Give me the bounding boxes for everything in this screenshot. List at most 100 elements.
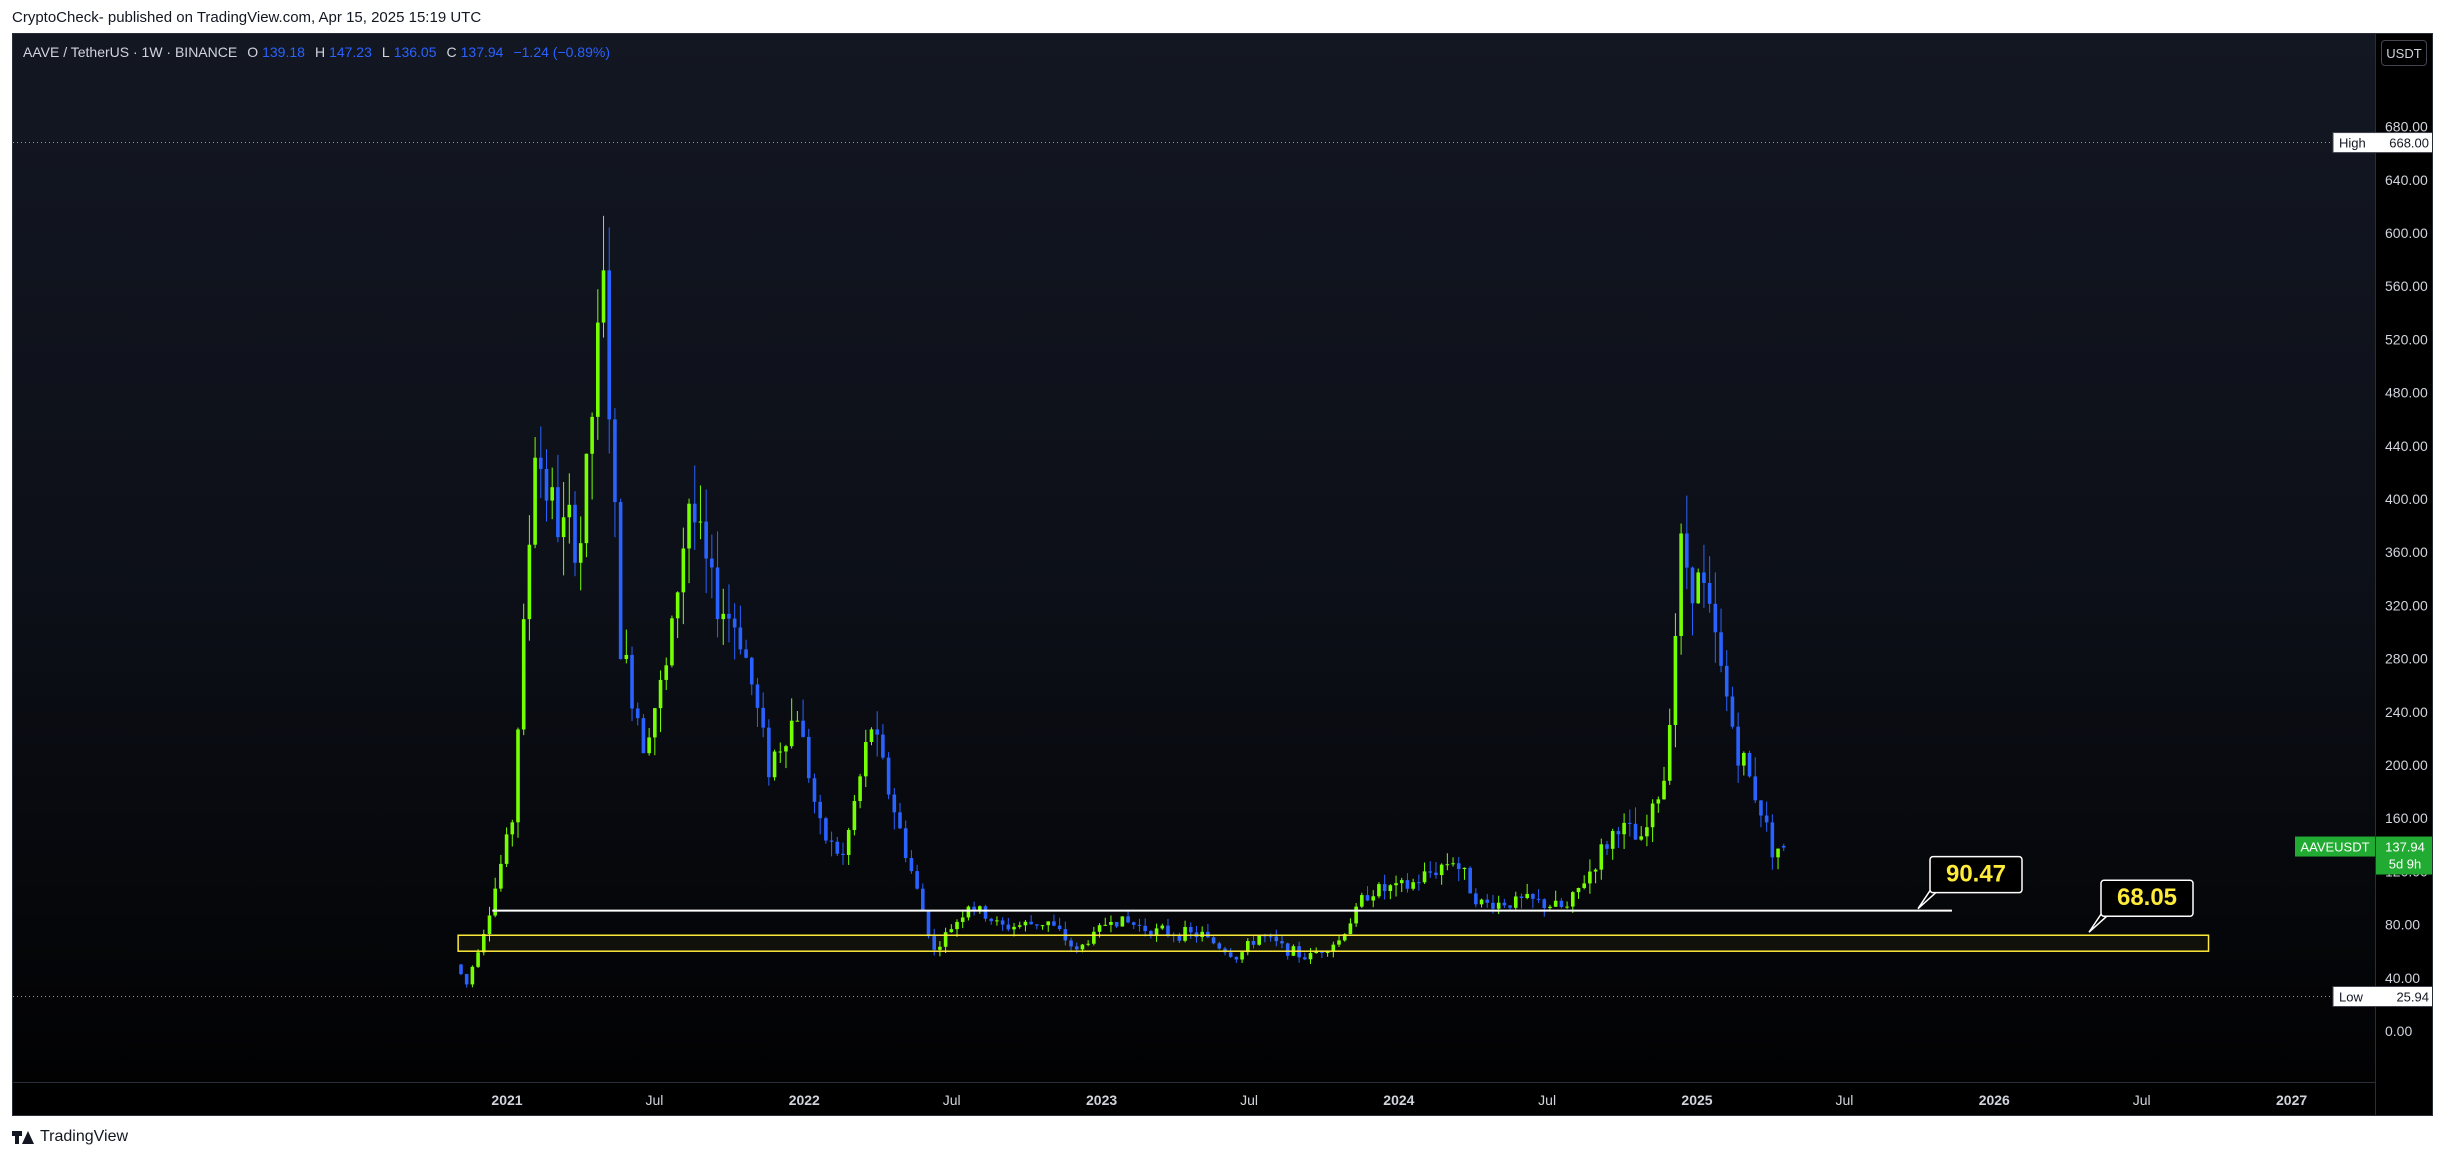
candle-body xyxy=(1491,902,1495,909)
candle-body xyxy=(715,567,720,620)
candle-body xyxy=(824,818,828,841)
candle-body xyxy=(510,822,515,835)
candle-body xyxy=(561,517,566,538)
candle-body xyxy=(795,720,800,722)
candle-body xyxy=(1474,893,1478,905)
candle-body xyxy=(527,544,532,620)
candle-body xyxy=(812,778,817,802)
candle-body xyxy=(1052,921,1056,926)
symbol-legend: AAVE / TetherUS · 1W · BINANCE O 139.18 H 14… xyxy=(23,44,610,60)
callout-label-90: 90.47 xyxy=(1946,861,2006,888)
candle-body xyxy=(607,270,612,420)
candle-body xyxy=(556,487,560,538)
x-tick-label: 2026 xyxy=(1979,1092,2010,1108)
y-tick-label: 0.00 xyxy=(2385,1023,2412,1039)
candle-body xyxy=(1303,957,1307,960)
candle-body xyxy=(544,468,549,501)
candle-body xyxy=(590,416,594,454)
candle-body xyxy=(1496,902,1501,909)
candle-body xyxy=(1605,844,1609,849)
open-label: O xyxy=(247,44,259,60)
candle-body xyxy=(1405,880,1410,889)
y-tick-label: 600.00 xyxy=(2385,225,2428,241)
candle-body xyxy=(1764,815,1769,823)
candle-body xyxy=(1576,887,1581,893)
candle-body xyxy=(1502,902,1507,906)
y-tick-label: 440.00 xyxy=(2385,438,2428,454)
candle-body xyxy=(487,915,492,934)
candle-body xyxy=(539,457,543,469)
candle-body xyxy=(1673,636,1678,726)
candle-body xyxy=(624,654,629,660)
candle-body xyxy=(1742,752,1746,766)
candle-body xyxy=(675,592,680,619)
candle-body xyxy=(909,858,914,872)
candle-body xyxy=(1360,895,1364,907)
candle-body xyxy=(1525,893,1529,899)
currency-button[interactable]: USDT xyxy=(2381,40,2427,66)
candle-body xyxy=(1114,921,1119,927)
candle-body xyxy=(1679,533,1683,637)
candle-body xyxy=(1023,921,1028,926)
y-tick-label: 280.00 xyxy=(2385,651,2428,667)
footer-brand[interactable]: TradingView xyxy=(12,1128,128,1146)
candle-body xyxy=(1559,900,1564,907)
low-value: 136.05 xyxy=(393,44,437,60)
candle-body xyxy=(1513,896,1518,908)
candle-body xyxy=(1120,916,1125,927)
change-value: −1.24 (−0.89%) xyxy=(513,44,610,60)
close-label: C xyxy=(446,44,457,60)
candle-body xyxy=(1451,863,1455,865)
candle-body xyxy=(647,737,651,754)
candle-body xyxy=(732,618,737,628)
bar-countdown: 5d 9h xyxy=(2389,857,2422,872)
y-tick-label: 360.00 xyxy=(2385,544,2428,560)
y-tick-label: 320.00 xyxy=(2385,597,2428,613)
candle-body xyxy=(573,504,577,563)
candle-body xyxy=(601,270,606,323)
x-tick-label: Jul xyxy=(1538,1092,1556,1108)
candle-body xyxy=(1645,827,1649,837)
candle-body xyxy=(1770,822,1775,858)
footer-brand-text: TradingView xyxy=(40,1128,129,1145)
candle-body xyxy=(618,502,623,660)
candle-body xyxy=(613,419,617,503)
candle-body xyxy=(1029,921,1033,925)
candle-body xyxy=(1776,848,1780,858)
low-label: L xyxy=(381,44,390,60)
candle-body xyxy=(886,757,891,795)
candle-body xyxy=(1006,924,1011,930)
symbol-line[interactable]: AAVE / TetherUS · 1W · BINANCE xyxy=(23,44,237,60)
candle-body xyxy=(1046,921,1051,926)
candle-body xyxy=(1536,898,1541,900)
candle-body xyxy=(1445,864,1450,866)
candle-body xyxy=(1388,885,1393,891)
candle-body xyxy=(653,708,657,738)
candle-body xyxy=(915,871,919,889)
candle-body xyxy=(1713,603,1718,633)
candle-body xyxy=(1314,951,1319,954)
candles-group[interactable] xyxy=(459,215,1786,988)
candle-body xyxy=(476,952,480,967)
y-tick-label: 480.00 xyxy=(2385,385,2428,401)
candle-body xyxy=(681,548,686,593)
candle-body xyxy=(1599,844,1604,870)
candle-body xyxy=(1662,780,1666,800)
demand-zone[interactable] xyxy=(457,934,2210,952)
candle-body xyxy=(1365,895,1370,901)
candle-body xyxy=(1371,896,1376,901)
y-tick-label: 200.00 xyxy=(2385,757,2428,773)
candle-body xyxy=(818,801,822,819)
candle-body xyxy=(1479,899,1484,905)
chart-panel[interactable]: 0.0040.0080.00120.00160.00200.00240.0028… xyxy=(12,33,2433,1116)
low-tag-label: Low xyxy=(2339,989,2363,1004)
candle-body xyxy=(1137,924,1142,926)
candle-body xyxy=(989,918,994,922)
candle-body xyxy=(829,840,834,842)
candle-body xyxy=(1377,884,1381,897)
candle-body xyxy=(499,863,503,889)
candle-body xyxy=(949,929,954,933)
candle-body xyxy=(778,751,783,753)
candle-body xyxy=(1724,665,1729,697)
candle-body xyxy=(687,503,691,549)
